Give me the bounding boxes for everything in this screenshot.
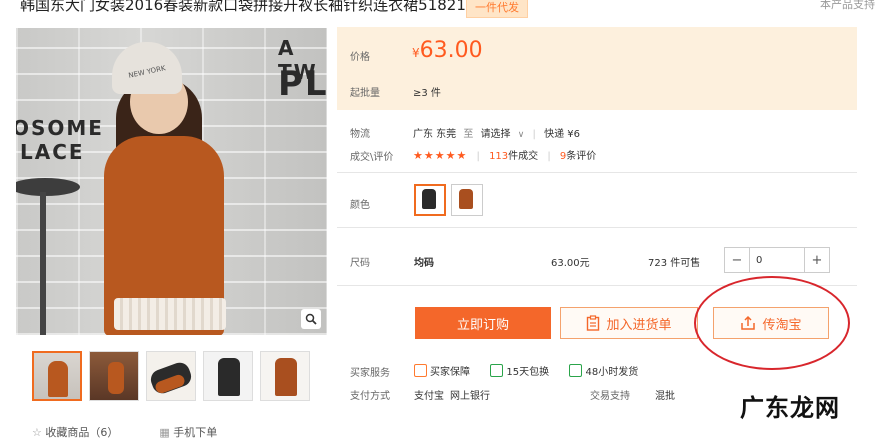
stool-leg	[40, 192, 46, 335]
origin: 广东 东莞	[413, 129, 457, 140]
quantity-stepper: − 0 +	[724, 247, 830, 273]
to-text: 至	[463, 129, 474, 140]
price-label: 价格	[350, 52, 370, 63]
magnifier-icon[interactable]	[301, 309, 321, 329]
product-title: 韩国东大门女装2016春装新款口袋拼接开衩长袖针织连衣裙51821	[20, 0, 466, 14]
price-value: ¥63.00	[412, 38, 483, 63]
chevron-down-icon[interactable]: ∨	[518, 130, 525, 140]
separator: |	[547, 151, 551, 162]
thumbnail-4[interactable]	[203, 351, 253, 401]
exchange-icon	[490, 364, 504, 377]
bottom-row: ☆ 收藏商品（6） ▦ 手机下单	[32, 424, 217, 440]
separator: |	[532, 129, 536, 140]
quantity-input[interactable]: 0	[750, 248, 804, 272]
moq-label: 起批量	[350, 88, 380, 99]
color-swatch-orange[interactable]	[451, 184, 483, 216]
stock-count: 723 件可售	[648, 258, 701, 269]
wall-text: OSOME	[16, 116, 104, 140]
hat-text: NEW YORK	[127, 64, 167, 80]
reviews-row: ★★★★★ | 113件成交 | 9条评价	[413, 147, 596, 162]
buy-now-button[interactable]: 立即订购	[415, 307, 551, 339]
payment-alipay: 支付宝	[414, 391, 444, 402]
divider	[337, 172, 857, 173]
add-to-list-label: 加入进货单	[606, 317, 672, 333]
destination-select[interactable]: 请选择	[481, 129, 511, 140]
currency-symbol: ¥	[412, 46, 420, 60]
moq-value: ≥3 件	[413, 88, 441, 99]
color-label: 颜色	[350, 200, 370, 211]
shield-icon	[414, 364, 427, 377]
shipping-icon	[569, 364, 583, 377]
payment-bank: 网上银行	[450, 391, 490, 402]
trade-label: 交易支持	[590, 391, 630, 402]
add-to-list-button[interactable]: 加入进货单	[560, 307, 698, 339]
rating-stars: ★★★★★	[413, 149, 468, 162]
orange-dress-icon	[459, 189, 473, 209]
color-swatch-black[interactable]	[414, 184, 446, 216]
reviews-label: 成交\评价	[350, 152, 394, 163]
review-text: 条评价	[566, 151, 597, 162]
service-item[interactable]: 15天包换	[506, 367, 549, 378]
main-product-image[interactable]: A TW PL OSOME LACE NEW YORK	[16, 28, 327, 335]
thumbnail-2[interactable]	[89, 351, 139, 401]
black-dress-icon	[422, 189, 436, 209]
clipboard-icon	[587, 315, 600, 331]
size-price: 63.00元	[551, 258, 590, 269]
wall-text: LACE	[20, 140, 85, 164]
services-label: 买家服务	[350, 368, 390, 379]
dropship-badge: 一件代发	[466, 0, 528, 18]
plus-button[interactable]: +	[804, 248, 829, 272]
support-note: 本产品支持	[820, 0, 875, 11]
divider	[337, 227, 857, 228]
services-row: 买家保障 15天包换 48小时发货	[414, 363, 638, 378]
size-label: 尺码	[350, 258, 370, 269]
payment-label: 支付方式	[350, 391, 390, 402]
watermark: 广东龙网	[740, 393, 840, 422]
minus-button[interactable]: −	[725, 248, 750, 272]
price-amount: 63.00	[419, 38, 483, 63]
size-value: 均码	[414, 258, 434, 269]
wall-text: PL	[278, 64, 327, 104]
thumbnail-1[interactable]	[32, 351, 82, 401]
separator: |	[476, 151, 480, 162]
express-fee: 快递 ¥6	[544, 129, 580, 140]
service-item[interactable]: 买家保障	[430, 367, 470, 378]
service-item[interactable]: 48小时发货	[585, 367, 638, 378]
thumbnail-5[interactable]	[260, 351, 310, 401]
annotation-circle	[694, 276, 850, 370]
logistics-row: 广东 东莞 至 请选择 ∨ | 快递 ¥6	[413, 125, 580, 140]
trade-value: 混批	[655, 391, 675, 402]
thumbnail-3[interactable]	[146, 351, 196, 401]
logistics-label: 物流	[350, 129, 370, 140]
dress-lace-hem	[114, 298, 226, 330]
deals-text: 件成交	[508, 151, 539, 162]
deals-count[interactable]: 113	[489, 151, 508, 162]
